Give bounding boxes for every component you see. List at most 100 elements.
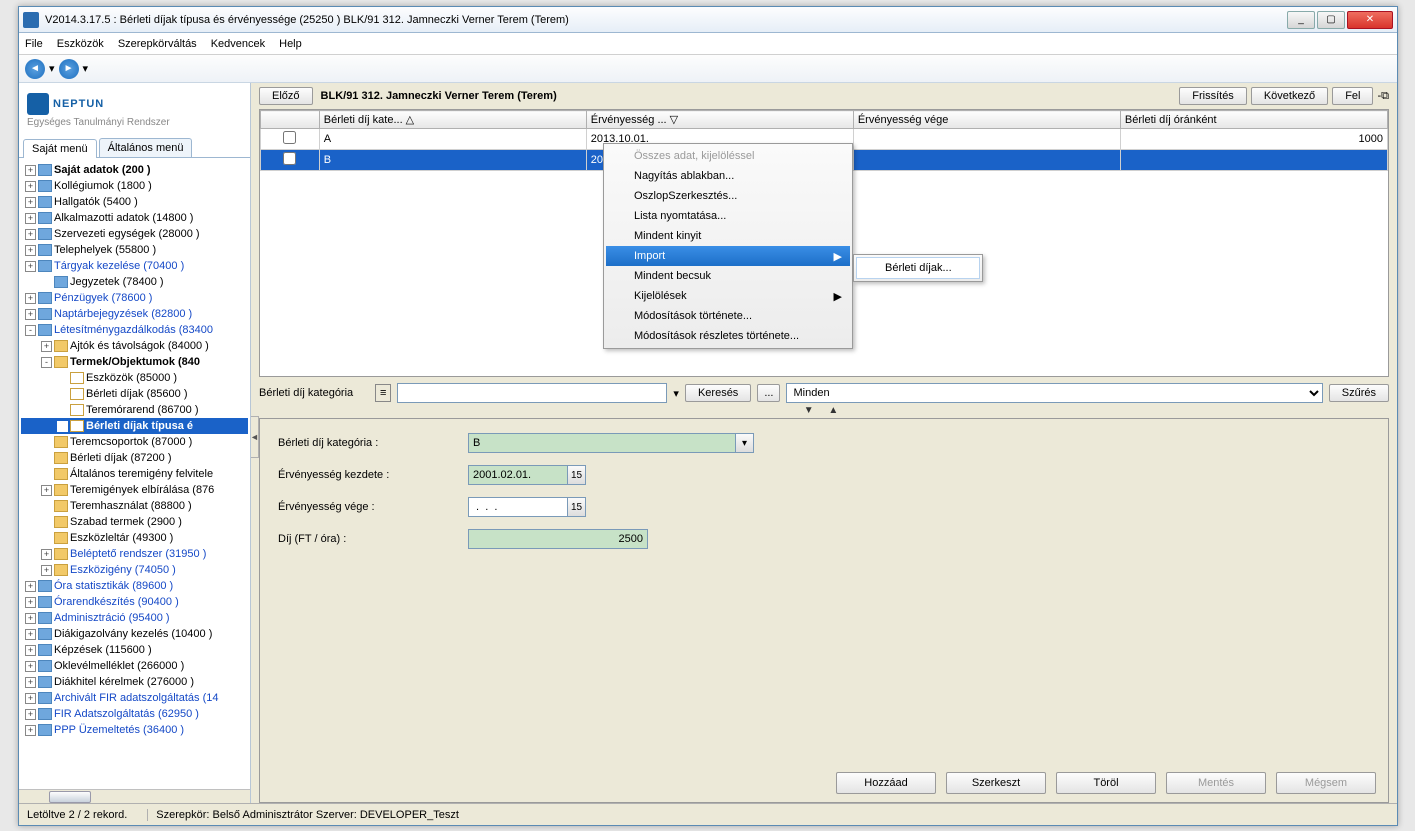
tree-label[interactable]: Pénzügyek (78600 ) [54, 290, 152, 306]
tree-label[interactable]: Órarendkészítés (90400 ) [54, 594, 179, 610]
nav-tree[interactable]: +Saját adatok (200 )+Kollégiumok (1800 )… [19, 158, 250, 789]
tree-node[interactable]: Eszközök (85000 ) [21, 370, 248, 386]
tree-node[interactable]: + Telephelyek (55800 ) [21, 242, 248, 258]
field-valid-to[interactable] [468, 497, 568, 517]
tree-toggle-icon[interactable]: + [25, 613, 36, 624]
tree-node[interactable]: -Termek/Objektumok (840 [21, 354, 248, 370]
field-category[interactable] [468, 433, 736, 453]
cell-to[interactable] [853, 129, 1120, 150]
tree-label[interactable]: Naptárbejegyzések (82800 ) [54, 306, 192, 322]
cell-category[interactable]: B [319, 150, 586, 171]
cell-rate[interactable] [1120, 150, 1387, 171]
tree-label[interactable]: Oklevélmelléklet (266000 ) [54, 658, 184, 674]
tree-label[interactable]: Jegyzetek (78400 ) [70, 274, 164, 290]
tree-node[interactable]: +Kollégiumok (1800 ) [21, 178, 248, 194]
tree-toggle-icon[interactable] [57, 389, 68, 400]
tree-node[interactable]: Teremcsoportok (87000 ) [21, 434, 248, 450]
tree-node[interactable]: + Hallgatók (5400 ) [21, 194, 248, 210]
tree-label[interactable]: Eszközök (85000 ) [86, 370, 177, 386]
row-checkbox[interactable] [283, 152, 296, 165]
tree-toggle-icon[interactable] [41, 533, 52, 544]
tree-node[interactable]: Teremhasználat (88800 ) [21, 498, 248, 514]
tree-toggle-icon[interactable]: + [25, 245, 36, 256]
tree-node[interactable]: Eszközleltár (49300 ) [21, 530, 248, 546]
nav-back-icon[interactable]: ◄ [25, 59, 45, 79]
tree-label[interactable]: Alkalmazotti adatok (14800 ) [54, 210, 193, 226]
tree-node[interactable]: +Tárgyak kezelése (70400 ) [21, 258, 248, 274]
tree-label[interactable]: Diákhitel kérelmek (276000 ) [54, 674, 194, 690]
add-button[interactable]: Hozzáad [836, 772, 936, 794]
tree-node[interactable]: +Teremigények elbírálása (876 [21, 482, 248, 498]
tree-toggle-icon[interactable] [41, 501, 52, 512]
filter-button[interactable]: Szűrés [1329, 384, 1389, 402]
col-category[interactable]: Bérleti díj kate... △ [319, 111, 586, 129]
tree-toggle-icon[interactable]: + [25, 725, 36, 736]
ctx-item[interactable]: Nagyítás ablakban... [606, 166, 850, 186]
tree-toggle-icon[interactable] [57, 421, 68, 432]
tree-toggle-icon[interactable] [57, 373, 68, 384]
col-check[interactable] [261, 111, 320, 129]
tree-toggle-icon[interactable]: + [25, 629, 36, 640]
sidebar-collapse-handle[interactable]: ◄ [251, 416, 259, 458]
minimize-button[interactable]: _ [1287, 11, 1315, 29]
up-button[interactable]: Fel [1332, 87, 1373, 105]
tree-label[interactable]: FIR Adatszolgáltatás (62950 ) [54, 706, 199, 722]
tab-general-menu[interactable]: Általános menü [99, 138, 193, 157]
titlebar[interactable]: V2014.3.17.5 : Bérleti díjak típusa és é… [19, 7, 1397, 33]
tree-toggle-icon[interactable]: + [25, 197, 36, 208]
tree-node[interactable]: +Szervezeti egységek (28000 ) [21, 226, 248, 242]
ctx-item[interactable]: Mindent becsuk [606, 266, 850, 286]
ctx-item[interactable]: Mindent kinyit [606, 226, 850, 246]
tree-label[interactable]: Telephelyek (55800 ) [54, 242, 156, 258]
tree-node[interactable]: +Pénzügyek (78600 ) [21, 290, 248, 306]
tree-label[interactable]: Ajtók és távolságok (84000 ) [70, 338, 209, 354]
tree-toggle-icon[interactable]: + [25, 165, 36, 176]
tree-label[interactable]: Létesítménygazdálkodás (83400 [54, 322, 213, 338]
tree-node[interactable]: + Órarendkészítés (90400 ) [21, 594, 248, 610]
tree-node[interactable]: Bérleti díjak (85600 ) [21, 386, 248, 402]
search-more-button[interactable]: ... [757, 384, 780, 402]
tree-node[interactable]: + Alkalmazotti adatok (14800 ) [21, 210, 248, 226]
tree-label[interactable]: Hallgatók (5400 ) [54, 194, 138, 210]
date-picker-icon[interactable]: 15 [568, 497, 586, 517]
tree-node[interactable]: +Saját adatok (200 ) [21, 162, 248, 178]
col-rate[interactable]: Bérleti díj óránként [1120, 111, 1387, 129]
tree-label[interactable]: Teremhasználat (88800 ) [70, 498, 192, 514]
tree-label[interactable]: Bérleti díjak típusa é [86, 418, 193, 434]
tree-label[interactable]: Szervezeti egységek (28000 ) [54, 226, 200, 242]
tree-node[interactable]: +Óra statisztikák (89600 ) [21, 578, 248, 594]
edit-button[interactable]: Szerkeszt [946, 772, 1046, 794]
tree-toggle-icon[interactable]: + [25, 309, 36, 320]
tree-label[interactable]: Archivált FIR adatszolgáltatás (14 [54, 690, 218, 706]
tree-node[interactable]: Bérleti díjak (87200 ) [21, 450, 248, 466]
ctx-item[interactable]: OszlopSzerkesztés... [606, 186, 850, 206]
prev-button[interactable]: Előző [259, 87, 313, 105]
filter-select[interactable]: Minden [786, 383, 1322, 403]
tree-toggle-icon[interactable]: + [41, 549, 52, 560]
menu-help[interactable]: Help [279, 38, 302, 50]
tree-node[interactable]: Jegyzetek (78400 ) [21, 274, 248, 290]
tree-toggle-icon[interactable]: - [41, 357, 52, 368]
tree-label[interactable]: Kollégiumok (1800 ) [54, 178, 152, 194]
close-button[interactable]: ✕ [1347, 11, 1393, 29]
menu-file[interactable]: File [25, 38, 43, 50]
tab-own-menu[interactable]: Saját menü [23, 139, 97, 158]
tree-toggle-icon[interactable]: + [25, 661, 36, 672]
tree-label[interactable]: Tárgyak kezelése (70400 ) [54, 258, 184, 274]
tree-toggle-icon[interactable]: + [25, 213, 36, 224]
tree-node[interactable]: + Naptárbejegyzések (82800 ) [21, 306, 248, 322]
tree-node[interactable]: + Oklevélmelléklet (266000 ) [21, 658, 248, 674]
ctx-item[interactable]: Lista nyomtatása... [606, 206, 850, 226]
tree-toggle-icon[interactable] [41, 437, 52, 448]
next-button[interactable]: Következő [1251, 87, 1328, 105]
tree-toggle-icon[interactable]: - [25, 325, 36, 336]
tree-toggle-icon[interactable]: + [25, 645, 36, 656]
tree-label[interactable]: Általános teremigény felvitele [70, 466, 213, 482]
tree-node[interactable]: Általános teremigény felvitele [21, 466, 248, 482]
tree-toggle-icon[interactable]: + [25, 597, 36, 608]
search-button[interactable]: Keresés [685, 384, 751, 402]
ctx-item[interactable]: Kijelölések▶ [606, 286, 850, 306]
tree-node[interactable]: Bérleti díjak típusa é [21, 418, 248, 434]
tree-toggle-icon[interactable]: + [25, 581, 36, 592]
col-valid-to[interactable]: Érvényesség vége [853, 111, 1120, 129]
